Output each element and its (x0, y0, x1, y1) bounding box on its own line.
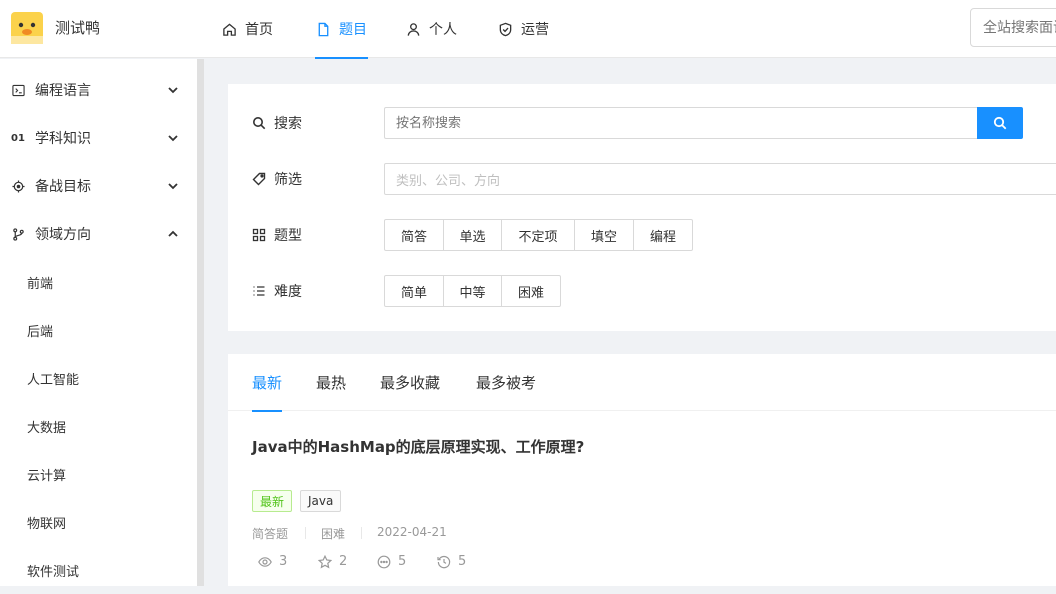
shield-icon (499, 22, 512, 36)
nav-operations[interactable]: 运营 (498, 0, 549, 58)
sidebar-group-label: 备战目标 (35, 179, 91, 195)
difficulty-medium-button[interactable]: 中等 (443, 275, 502, 307)
tab-hottest[interactable]: 最热 (316, 354, 346, 411)
sort-tabs: 最新 最热 最多收藏 最多被考 (228, 354, 1056, 412)
difficulty-easy-button[interactable]: 简单 (384, 275, 444, 307)
tab-most-tested[interactable]: 最多被考 (476, 354, 536, 411)
type-single-choice-button[interactable]: 单选 (443, 219, 502, 251)
nav-personal[interactable]: 个人 (406, 0, 457, 58)
sidebar-group-programming[interactable]: 编程语言 (0, 66, 197, 114)
type-fill-blank-button[interactable]: 填空 (574, 219, 634, 251)
tab-most-favorited[interactable]: 最多收藏 (380, 354, 440, 411)
comment-icon (377, 555, 391, 568)
tag-latest: 最新 (252, 490, 293, 512)
comment-count[interactable]: 5 (377, 554, 406, 569)
difficulty-group: 简单 中等 困难 (384, 275, 561, 307)
app-name[interactable]: 测试鸭 (55, 17, 100, 38)
nav-home[interactable]: 首页 (222, 0, 273, 58)
nav-home-label: 首页 (245, 22, 273, 38)
home-icon (223, 22, 236, 36)
sidebar-item-frontend[interactable]: 前端 (0, 258, 197, 306)
search-icon (253, 117, 266, 130)
question-type-group: 简答 单选 不定项 填空 编程 (384, 219, 693, 251)
chevron-down-icon (168, 135, 178, 142)
code-icon (11, 83, 25, 97)
global-search-input[interactable] (970, 8, 1056, 47)
difficulty-row-label: 难度 (252, 282, 302, 300)
target-icon (11, 179, 25, 193)
chevron-down-icon (168, 87, 178, 94)
nav-questions-label: 题目 (339, 22, 367, 38)
list-icon (253, 286, 265, 296)
chevron-up-icon (168, 230, 178, 237)
difficulty-label: 难度 (274, 284, 302, 300)
type-multi-choice-button[interactable]: 不定项 (501, 219, 575, 251)
sidebar-item-cloud[interactable]: 云计算 (0, 450, 197, 498)
sidebar-group-label: 学科知识 (35, 131, 91, 147)
search-row-label: 搜索 (252, 114, 302, 132)
branch-icon (11, 227, 25, 241)
type-programming-button[interactable]: 编程 (633, 219, 693, 251)
history-count: 5 (437, 554, 466, 569)
history-icon (437, 555, 451, 568)
user-icon (407, 22, 420, 36)
search-icon (993, 116, 1007, 130)
type-label: 题型 (274, 228, 302, 244)
duck-logo-icon[interactable] (11, 12, 43, 44)
sidebar-item-bigdata[interactable]: 大数据 (0, 402, 197, 450)
nav-operations-label: 运营 (521, 22, 549, 38)
sidebar-group-domains[interactable]: 领域方向 (0, 210, 197, 258)
chevron-down-icon (168, 183, 178, 190)
sidebar-item-backend[interactable]: 后端 (0, 306, 197, 354)
keyword-search-input[interactable] (384, 107, 978, 139)
filter-card: 搜索 筛选 类别、公司、方向 题型 简答 单选 不定项 填空 编程 难度 简单 … (228, 84, 1056, 331)
sidebar-group-label: 编程语言 (35, 83, 91, 99)
question-list-card: 最新 最热 最多收藏 最多被考 Java中的HashMap的底层原理实现、工作原… (228, 354, 1056, 586)
question-difficulty: 困难 (321, 527, 346, 541)
search-button[interactable] (977, 107, 1023, 139)
sidebar-item-testing[interactable]: 软件测试 (0, 546, 197, 594)
filter-label: 筛选 (274, 172, 302, 188)
comment-count-value: 5 (398, 554, 407, 569)
tag-java[interactable]: Java (300, 490, 342, 512)
eye-icon (258, 556, 272, 567)
star-count-value: 2 (339, 554, 348, 569)
sidebar-scrollbar[interactable] (197, 59, 204, 586)
type-row-label: 题型 (252, 226, 302, 244)
star-icon (318, 554, 332, 568)
history-count-value: 5 (458, 554, 467, 569)
sidebar-group-subjects[interactable]: 01 学科知识 (0, 114, 197, 162)
question-type: 简答题 (252, 527, 289, 541)
sidebar-group-goals[interactable]: 备战目标 (0, 162, 197, 210)
category-select[interactable]: 类别、公司、方向 (384, 163, 1056, 195)
nav-questions[interactable]: 题目 (315, 0, 368, 59)
divider (305, 527, 306, 539)
sidebar-item-iot[interactable]: 物联网 (0, 498, 197, 546)
tab-latest[interactable]: 最新 (252, 354, 283, 412)
view-count: 3 (258, 554, 287, 569)
star-count[interactable]: 2 (318, 554, 347, 569)
filter-row-label: 筛选 (252, 170, 302, 188)
binary-icon: 01 (11, 132, 25, 144)
tag-icon (252, 172, 266, 186)
search-label: 搜索 (274, 116, 302, 132)
nav-personal-label: 个人 (429, 22, 457, 38)
top-header: 测试鸭 首页 题目 个人 运营 (0, 0, 1056, 59)
question-date: 2022-04-21 (377, 525, 447, 539)
difficulty-hard-button[interactable]: 困难 (501, 275, 561, 307)
question-title[interactable]: Java中的HashMap的底层原理实现、工作原理? (252, 436, 584, 457)
view-count-value: 3 (279, 554, 288, 569)
sidebar-group-label: 领域方向 (35, 227, 91, 243)
divider (361, 527, 362, 539)
sidebar: 编程语言 01 学科知识 备战目标 领域方向 前端 后端 人工智能 大数据 云计… (0, 59, 204, 586)
file-icon (318, 22, 329, 36)
grid-icon (252, 228, 266, 242)
sidebar-item-ai[interactable]: 人工智能 (0, 354, 197, 402)
type-short-answer-button[interactable]: 简答 (384, 219, 444, 251)
